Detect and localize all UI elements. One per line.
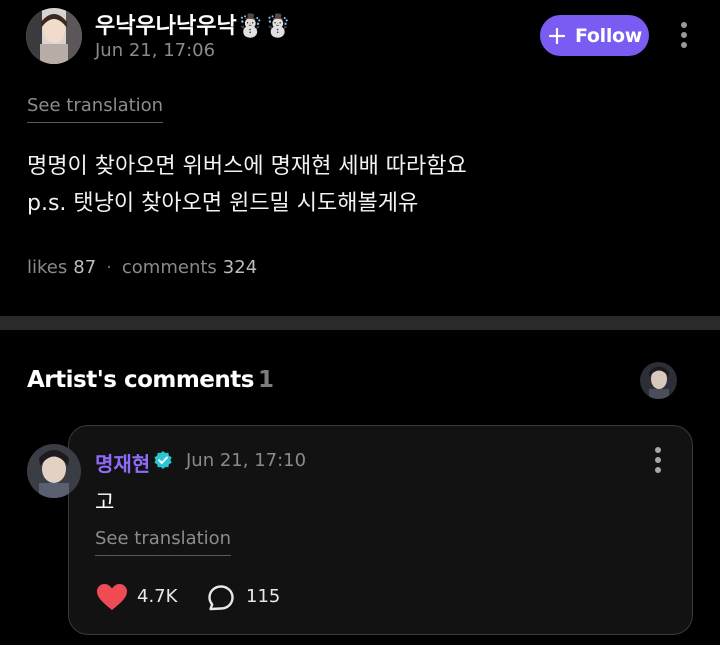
- comments-label[interactable]: comments: [122, 257, 217, 278]
- likes-count: 87: [73, 257, 97, 278]
- artist-comments-title: Artist's comments 1: [27, 367, 274, 393]
- stats-separator: ·: [106, 257, 112, 278]
- post-body: 명명이 찾아오면 위버스에 명재현 세배 따라함요 p.s. 탯냥이 찾아오면 …: [27, 148, 467, 222]
- follow-button[interactable]: Follow: [540, 15, 649, 56]
- section-divider: [0, 316, 720, 330]
- comment-see-translation-link[interactable]: See translation: [95, 528, 232, 556]
- commenter-name[interactable]: 명재현: [95, 448, 150, 477]
- likes-label: likes: [27, 257, 68, 278]
- heart-icon[interactable]: [96, 583, 128, 611]
- comment-text: 고: [95, 490, 115, 514]
- artist-avatar-small[interactable]: [640, 362, 677, 399]
- post-author-avatar[interactable]: [26, 8, 82, 64]
- post-body-line: p.s. 탯냥이 찾아오면 윈드밀 시도해볼게유: [27, 191, 419, 216]
- comments-count[interactable]: 324: [223, 257, 257, 278]
- artist-comments-count: 1: [257, 367, 274, 393]
- post-author-name[interactable]: 우낙우나낙우낙☃️☃️: [95, 8, 291, 40]
- artist-comments-label: Artist's comments: [27, 367, 254, 393]
- more-vertical-icon[interactable]: [652, 447, 664, 475]
- comment-like-count: 4.7K: [137, 586, 178, 607]
- commenter-avatar[interactable]: [27, 444, 81, 498]
- post-stats: likes 87 · comments 324: [27, 257, 257, 278]
- comment-reply-count: 115: [246, 586, 281, 607]
- more-vertical-icon[interactable]: [678, 22, 690, 50]
- comment-bubble-icon[interactable]: [207, 584, 235, 612]
- verified-badge-icon: [154, 451, 172, 469]
- follow-button-label: Follow: [574, 24, 643, 47]
- see-translation-link[interactable]: See translation: [27, 95, 164, 123]
- post-body-line: 명명이 찾아오면 위버스에 명재현 세배 따라함요: [27, 154, 467, 179]
- plus-icon: [548, 27, 566, 44]
- post-timestamp: Jun 21, 17:06: [95, 40, 216, 61]
- comment-timestamp: Jun 21, 17:10: [186, 450, 307, 471]
